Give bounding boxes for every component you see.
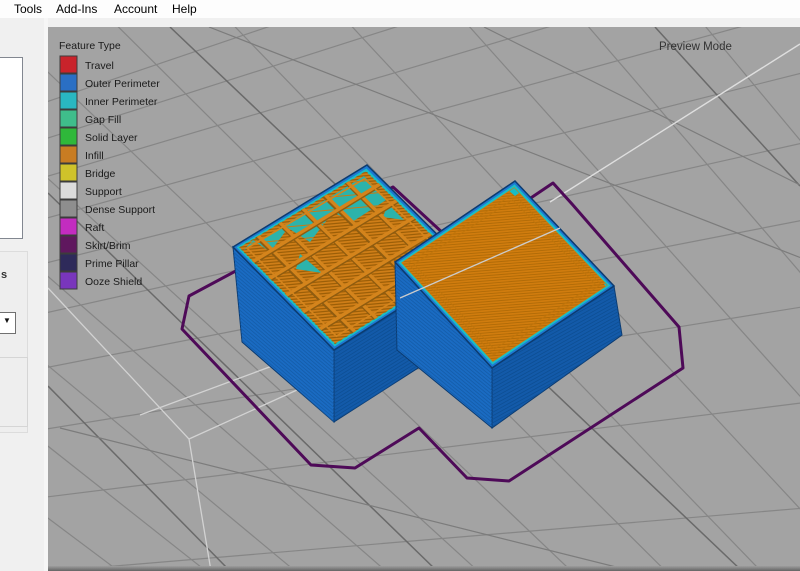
svg-text:Solid Layer: Solid Layer (85, 132, 138, 144)
svg-text:Feature Type: Feature Type (59, 40, 121, 52)
svg-text:Gap Fill: Gap Fill (85, 114, 121, 126)
svg-text:Preview Mode: Preview Mode (659, 41, 732, 53)
svg-text:Infill: Infill (85, 150, 104, 162)
svg-text:Outer Perimeter: Outer Perimeter (85, 78, 160, 90)
svg-text:Skirt/Brim: Skirt/Brim (85, 240, 131, 252)
svg-text:Raft: Raft (85, 222, 104, 234)
svg-text:Bridge: Bridge (85, 168, 116, 180)
svg-text:Inner Perimeter: Inner Perimeter (85, 96, 158, 108)
svg-text:Prime Pillar: Prime Pillar (85, 258, 139, 270)
svg-text:Ooze Shield: Ooze Shield (85, 276, 142, 288)
svg-text:Travel: Travel (85, 60, 114, 72)
svg-text:Dense Support: Dense Support (85, 204, 155, 216)
svg-text:Support: Support (85, 186, 122, 198)
